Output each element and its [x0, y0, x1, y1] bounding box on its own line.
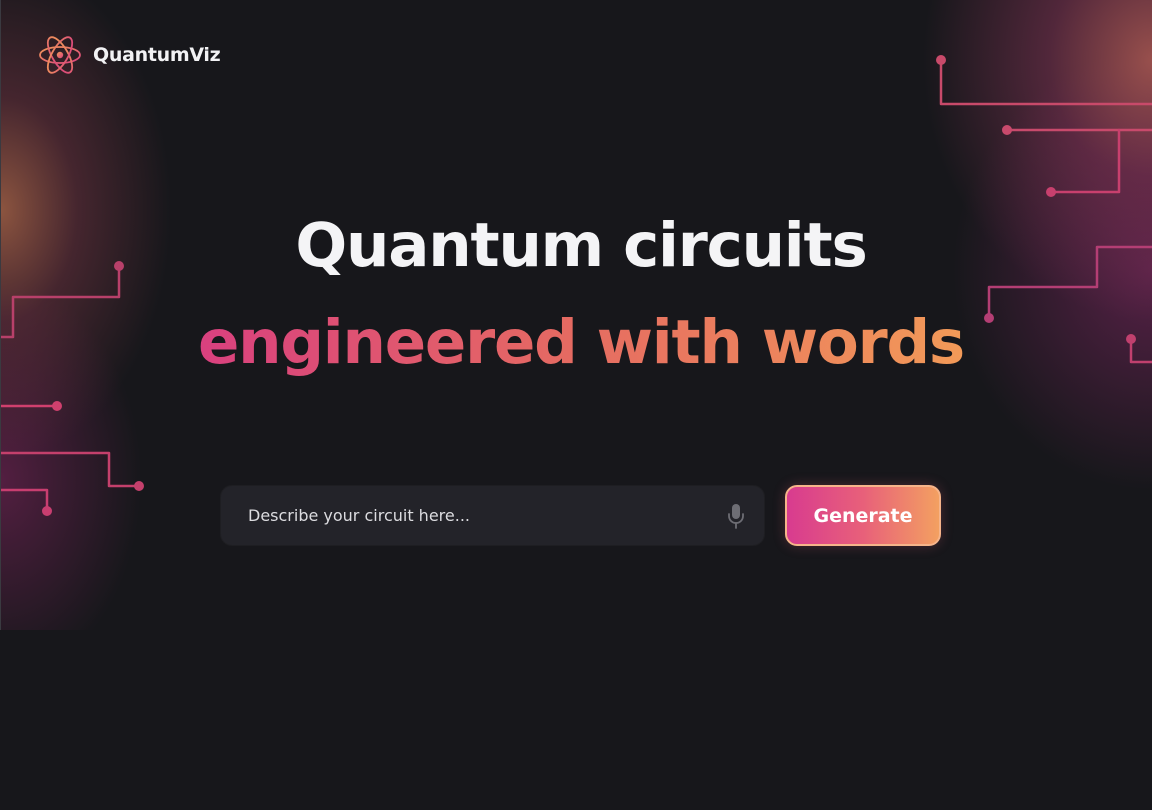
hero-subline: engineered with words — [1, 301, 1152, 385]
circuit-node — [52, 401, 62, 411]
microphone-icon[interactable] — [726, 502, 746, 530]
hero-subline-text: engineered with words — [197, 307, 965, 378]
circuit-trace — [1049, 128, 1121, 194]
atom-icon — [39, 36, 81, 74]
circuit-trace — [939, 58, 1152, 106]
circuit-prompt-input[interactable] — [248, 495, 726, 536]
page: QuantumViz Quantum circuits engineered w… — [0, 0, 1152, 810]
hero-section: QuantumViz Quantum circuits engineered w… — [0, 0, 1152, 630]
circuit-node — [42, 506, 52, 516]
prompt-box — [221, 486, 764, 545]
brand-name: QuantumViz — [93, 44, 221, 66]
hero-headline: Quantum circuits — [295, 210, 867, 281]
circuit-node — [1046, 187, 1056, 197]
circuit-trace — [1, 488, 49, 513]
circuit-trace — [1, 451, 141, 488]
circuit-node — [1002, 125, 1012, 135]
circuit-node — [936, 55, 946, 65]
generate-button[interactable]: Generate — [785, 485, 941, 546]
circuit-node — [134, 481, 144, 491]
brand-logo[interactable]: QuantumViz — [39, 29, 221, 81]
